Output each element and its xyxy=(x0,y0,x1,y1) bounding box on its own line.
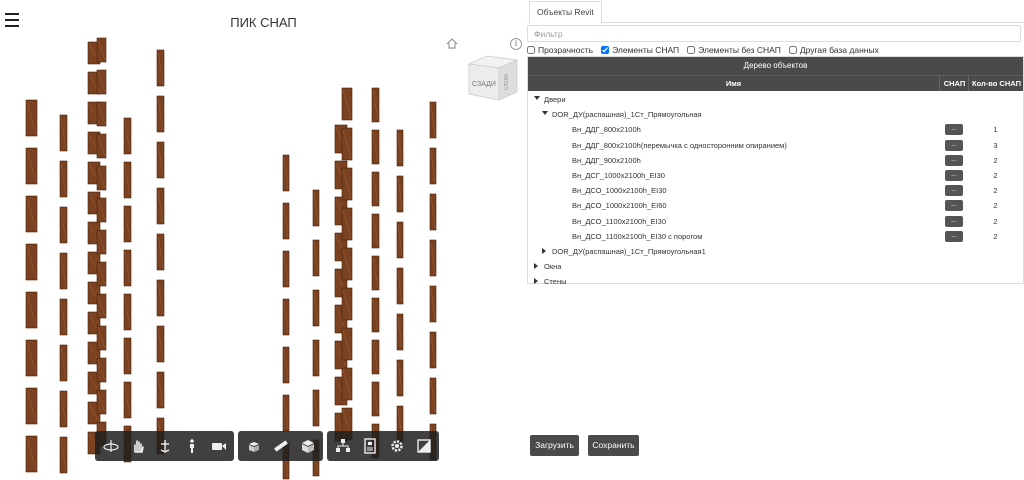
fullscreen-icon[interactable] xyxy=(410,431,437,461)
tree-row-label: Вн_ДСО_1000x2100h_EI30 xyxy=(572,186,667,196)
tree-group-row[interactable]: DOR_ДУ(распашная)_1Ст_Прямоугольная xyxy=(528,108,1023,123)
tree-row-label: DOR_ДУ(распашная)_1Ст_Прямоугольная xyxy=(552,110,702,120)
home-icon[interactable] xyxy=(446,38,458,49)
tree-row-label: Стены xyxy=(544,277,567,287)
tree-row-label: Вн_ДСГ_1000x2100h_EI30 xyxy=(572,171,665,180)
tab-revit-objects[interactable]: Объекты Revit xyxy=(529,1,602,24)
tree-leaf-row[interactable]: Вн_ДСО_1100x2100h_EI30... 2 xyxy=(528,215,1023,230)
snap-count: 2 xyxy=(993,201,998,211)
snap-select-button[interactable]: ... xyxy=(945,170,963,181)
tree-row-label: Вн_ДДГ_800x2100h(перемычка с односторонн… xyxy=(572,140,787,150)
snap-count: 2 xyxy=(993,171,998,180)
snap-select-button[interactable]: ... xyxy=(945,215,963,227)
tree-row-label: Вн_ДДГ_900x2100h xyxy=(572,155,641,165)
transparency-checkbox[interactable]: Прозрачность xyxy=(527,45,593,55)
tab-bar: Объекты Revit xyxy=(527,0,1024,24)
viewer-toolbar xyxy=(95,431,439,461)
settings-tools-group xyxy=(327,431,439,461)
tree-row-label: Двери xyxy=(544,95,566,104)
3d-viewer[interactable]: ПИК СНАП i СЗАДИ СЛЕВА xyxy=(0,0,527,480)
section-icon[interactable] xyxy=(294,431,321,461)
viewcube-side-label: СЛЕВА xyxy=(504,73,510,90)
model-browser-icon[interactable] xyxy=(329,431,356,461)
settings-icon[interactable] xyxy=(383,431,410,461)
tree-group-row[interactable]: Окна xyxy=(528,260,1023,275)
caret-right-icon[interactable] xyxy=(534,263,538,270)
tree-row-label: DOR_ДУ(распашная)_1Ст_Прямоугольная1 xyxy=(552,247,706,256)
snap-count: 2 xyxy=(993,231,998,241)
explode-icon[interactable] xyxy=(240,431,267,461)
no-snap-elements-checkbox[interactable]: Элементы без СНАП xyxy=(687,45,781,55)
column-snap-header: СНАП xyxy=(939,76,969,91)
tree-row-label: Окна xyxy=(544,262,562,272)
tree-row-label: Вн_ДДГ_800x2100h xyxy=(572,125,641,135)
caret-down-icon[interactable] xyxy=(542,111,548,116)
snap-select-button[interactable]: ... xyxy=(945,230,963,242)
properties-icon[interactable] xyxy=(356,431,383,461)
snap-count: 2 xyxy=(993,155,998,165)
tree-group-row[interactable]: Двери xyxy=(528,93,1023,108)
tree-leaf-row[interactable]: Вн_ДСО_1100x2100h_EI30 с порогом... 2 xyxy=(528,230,1023,245)
filter-input[interactable] xyxy=(527,25,1021,42)
tree-leaf-row[interactable]: Вн_ДДГ_800x2100h(перемычка с односторонн… xyxy=(528,139,1023,154)
model-tools-group xyxy=(238,431,323,461)
camera-icon[interactable] xyxy=(205,431,232,461)
tree-group-row[interactable]: Стены xyxy=(528,275,1023,290)
tree-leaf-row[interactable]: Вн_ДСО_1000x2100h_EI30... 2 xyxy=(528,184,1023,199)
caret-right-icon[interactable] xyxy=(542,248,546,254)
measure-icon[interactable] xyxy=(267,431,294,461)
caret-right-icon[interactable] xyxy=(534,278,538,285)
snap-select-button[interactable]: ... xyxy=(945,139,963,151)
column-count-header: Кол-во СНАП xyxy=(968,76,1024,91)
snap-select-button[interactable]: ... xyxy=(945,154,963,166)
snap-elements-checkbox[interactable]: Элементы СНАП xyxy=(601,45,679,55)
tree-leaf-row[interactable]: Вн_ДДГ_900x2100h... 2 xyxy=(528,154,1023,169)
objects-panel: Объекты Revit Прозрачность Элементы СНАП… xyxy=(527,0,1024,480)
pan-icon[interactable] xyxy=(124,431,151,461)
caret-down-icon[interactable] xyxy=(534,96,540,100)
tree-group-row[interactable]: DOR_ДУ(распашная)_1Ст_Прямоугольная1 xyxy=(528,245,1023,260)
object-tree-header: Имя СНАП Кол-во СНАП xyxy=(528,75,1023,91)
save-button[interactable]: Сохранить xyxy=(588,435,639,456)
first-person-icon[interactable] xyxy=(178,431,205,461)
snap-select-button[interactable]: ... xyxy=(945,124,963,136)
snap-count: 1 xyxy=(993,125,998,135)
snap-select-button[interactable]: ... xyxy=(945,200,963,212)
viewer-title: ПИК СНАП xyxy=(230,15,297,30)
info-icon[interactable]: i xyxy=(510,38,522,50)
snap-count: 2 xyxy=(993,186,998,196)
filter-options: Прозрачность Элементы СНАП Элементы без … xyxy=(527,44,887,56)
snap-count: 2 xyxy=(993,216,998,226)
viewcube-back-label: СЗАДИ xyxy=(472,81,496,88)
object-tree: Дерево объектов Имя СНАП Кол-во СНАП Две… xyxy=(527,56,1024,286)
orbit-icon[interactable] xyxy=(97,431,124,461)
column-name-header: Имя xyxy=(725,79,742,88)
load-button[interactable]: Загрузить xyxy=(530,435,579,456)
tree-leaf-row[interactable]: Вн_ДСГ_1000x2100h_EI30... 2 xyxy=(528,169,1023,184)
snap-count: 3 xyxy=(993,140,998,150)
transparency-label: Прозрачность xyxy=(538,45,594,55)
snap-elements-label: Элементы СНАП xyxy=(612,45,680,55)
tree-row-label: Вн_ДСО_1100x2100h_EI30 xyxy=(572,216,666,226)
other-database-label: Другая база данных xyxy=(799,45,879,55)
snap-select-button[interactable]: ... xyxy=(945,185,963,197)
door-model-scene[interactable] xyxy=(0,0,527,480)
no-snap-elements-label: Элементы без СНАП xyxy=(698,45,781,55)
zoom-icon[interactable] xyxy=(151,431,178,461)
tree-leaf-row[interactable]: Вн_ДСО_1000x2100h_EI60... 2 xyxy=(528,199,1023,214)
view-cube[interactable]: СЗАДИ СЛЕВА xyxy=(465,52,523,104)
navigation-tools-group xyxy=(95,431,234,461)
tree-leaf-row[interactable]: Вн_ДДГ_800x2100h... 1 xyxy=(528,123,1023,138)
tree-row-label: Вн_ДСО_1000x2100h_EI60 xyxy=(572,201,667,211)
object-tree-title: Дерево объектов xyxy=(528,57,1023,75)
tree-row-label: Вн_ДСО_1100x2100h_EI30 с порогом xyxy=(572,231,703,241)
other-database-checkbox[interactable]: Другая база данных xyxy=(788,45,879,55)
